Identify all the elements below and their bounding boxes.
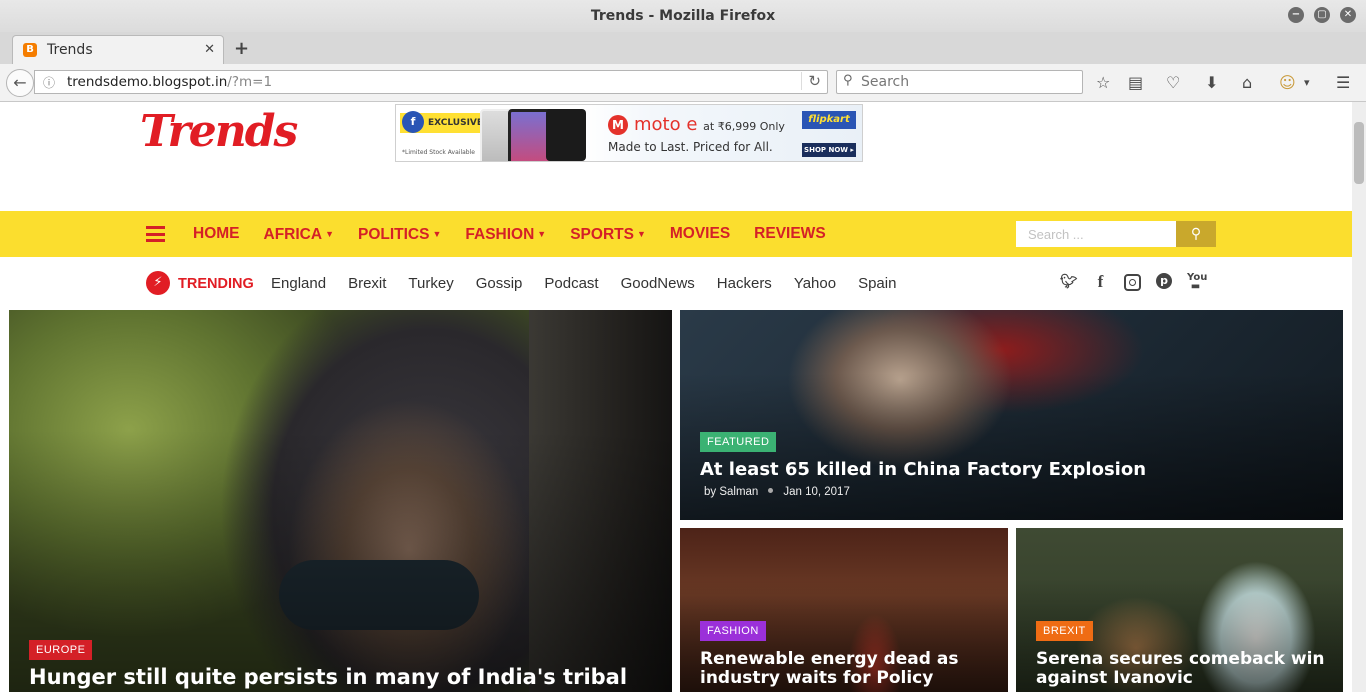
trend-tag-brexit[interactable]: Brexit	[348, 275, 386, 292]
trend-tag-turkey[interactable]: Turkey	[408, 275, 453, 292]
page-content: Trends EXCLUSIVE f *Limited Stock Availa…	[0, 102, 1352, 692]
menu-icon[interactable]: ☰	[1336, 73, 1350, 93]
post-card-big[interactable]: EUROPE Hunger still quite persists in ma…	[9, 310, 672, 692]
instagram-icon[interactable]	[1124, 273, 1141, 291]
url-path: /?m=1	[227, 74, 273, 90]
nav-item-reviews[interactable]: REVIEWS	[754, 211, 825, 257]
tab-title: Trends	[47, 42, 93, 58]
nav-item-politics[interactable]: POLITICS ▼	[358, 211, 441, 257]
shop-now-button[interactable]: SHOP NOW ▸	[802, 143, 856, 157]
nav-items: HOME AFRICA ▼ POLITICS ▼ FASHION ▼ SPORTS ▼ …	[193, 211, 850, 257]
ad-tagline: Made to Last. Priced for All.	[608, 140, 773, 154]
reload-icon[interactable]: ↻	[801, 72, 821, 90]
trending-tags: England Brexit Turkey Gossip Podcast Goo…	[271, 275, 918, 292]
youtube-icon[interactable]: You ▬	[1187, 273, 1207, 292]
window-titlebar: Trends - Mozilla Firefox − ▢ ✕	[0, 0, 1366, 32]
site-logo[interactable]: Trends	[140, 106, 298, 157]
nav-toolbar: ⓘ trendsdemo.blogspot.in/?m=1 ↻ ← ⚲ Sear…	[0, 64, 1366, 102]
maximize-button[interactable]: ▢	[1314, 7, 1330, 23]
back-button[interactable]: ←	[6, 69, 34, 97]
twitter-icon[interactable]: 🐦︎	[1060, 273, 1078, 291]
scrollbar-thumb[interactable]	[1354, 122, 1364, 184]
trend-tag-gossip[interactable]: Gossip	[476, 275, 523, 292]
phone-image-back	[546, 109, 586, 161]
site-search: ⚲	[1016, 221, 1216, 247]
post-card-small-2[interactable]: BREXIT Serena secures comeback win again…	[1016, 528, 1343, 692]
chevron-down-icon: ▼	[325, 229, 334, 239]
category-badge[interactable]: BREXIT	[1036, 621, 1093, 641]
nav-item-home[interactable]: HOME	[193, 211, 240, 257]
back-icon: ←	[13, 73, 27, 92]
nav-item-sports[interactable]: SPORTS ▼	[570, 211, 646, 257]
tab-trends[interactable]: B Trends ✕	[12, 35, 224, 64]
new-tab-button[interactable]: +	[234, 38, 249, 59]
close-tab-icon[interactable]: ✕	[204, 42, 215, 57]
download-icon[interactable]: ⬇	[1205, 73, 1218, 93]
addon-dropdown-icon[interactable]: ▾	[1304, 73, 1310, 93]
search-icon: ⚲	[843, 73, 853, 88]
trending-label: TRENDING	[178, 276, 254, 292]
window-controls: − ▢ ✕	[1288, 7, 1356, 23]
browser-search-placeholder: Search	[861, 74, 910, 90]
pinterest-icon[interactable]: p	[1156, 273, 1172, 289]
social-links: 🐦︎ f p You ▬	[1060, 273, 1207, 292]
site-search-button[interactable]: ⚲	[1176, 221, 1216, 247]
post-title[interactable]: Renewable energy dead as industry waits …	[700, 650, 990, 688]
reading-list-icon[interactable]: ▤	[1128, 73, 1143, 93]
info-icon[interactable]: ⓘ	[43, 74, 55, 91]
close-window-button[interactable]: ✕	[1340, 7, 1356, 23]
url-host: trendsdemo.blogspot.in	[67, 74, 228, 90]
post-card-feature[interactable]: FEATURED At least 65 killed in China Fac…	[680, 310, 1343, 520]
page-scrollbar[interactable]	[1352, 102, 1366, 692]
nav-item-fashion[interactable]: FASHION ▼	[465, 211, 546, 257]
window-title: Trends - Mozilla Firefox	[590, 8, 776, 24]
trend-tag-spain[interactable]: Spain	[858, 275, 896, 292]
ad-product: moto e	[634, 114, 698, 135]
ad-headline: moto e at ₹6,999 Only	[634, 114, 785, 135]
browser-search-box[interactable]: ⚲ Search	[836, 70, 1083, 94]
post-meta: by Salman Jan 10, 2017	[704, 486, 850, 498]
home-icon[interactable]: ⌂	[1242, 73, 1252, 93]
flipkart-logo: flipkart	[802, 111, 856, 129]
nav-item-movies[interactable]: MOVIES	[670, 211, 730, 257]
bookmark-star-icon[interactable]: ☆	[1096, 73, 1110, 93]
lightning-bolt-icon: ⚡	[146, 271, 170, 295]
chevron-down-icon: ▼	[432, 229, 442, 239]
trend-tag-podcast[interactable]: Podcast	[544, 275, 598, 292]
post-title[interactable]: At least 65 killed in China Factory Expl…	[700, 460, 1320, 480]
post-author[interactable]: by Salman	[704, 486, 758, 498]
flipkart-badge-icon: f	[402, 111, 424, 133]
blogger-favicon-icon: B	[23, 43, 37, 57]
main-nav: HOME AFRICA ▼ POLITICS ▼ FASHION ▼ SPORTS ▼ …	[0, 211, 1352, 257]
pocket-icon[interactable]: ♡	[1166, 73, 1180, 93]
chevron-down-icon: ▼	[636, 229, 646, 239]
trending-bar: ⚡ TRENDING England Brexit Turkey Gossip …	[0, 257, 1352, 310]
category-badge[interactable]: FASHION	[700, 621, 766, 641]
post-date: Jan 10, 2017	[783, 486, 850, 498]
post-title[interactable]: Serena secures comeback win against Ivan…	[1036, 650, 1331, 688]
facebook-icon[interactable]: f	[1092, 273, 1109, 291]
trend-tag-goodnews[interactable]: GoodNews	[621, 275, 695, 292]
category-badge[interactable]: FEATURED	[700, 432, 777, 452]
trend-tag-hackers[interactable]: Hackers	[717, 275, 772, 292]
post-card-small-1[interactable]: FASHION Renewable energy dead as industr…	[680, 528, 1008, 692]
hamburger-menu-icon[interactable]	[146, 226, 165, 242]
ad-fineprint: *Limited Stock Available	[402, 149, 475, 156]
nav-item-africa[interactable]: AFRICA ▼	[264, 211, 334, 257]
search-icon: ⚲	[1190, 226, 1202, 242]
trend-tag-yahoo[interactable]: Yahoo	[794, 275, 836, 292]
minimize-button[interactable]: −	[1288, 7, 1304, 23]
url-bar[interactable]: ⓘ trendsdemo.blogspot.in/?m=1 ↻	[34, 70, 828, 94]
site-search-input[interactable]	[1016, 221, 1176, 247]
addon-icon[interactable]: ☺	[1279, 73, 1296, 93]
tab-strip: B Trends ✕	[0, 32, 1366, 64]
ad-banner[interactable]: EXCLUSIVE f *Limited Stock Available M m…	[395, 104, 863, 162]
chevron-down-icon: ▼	[537, 229, 547, 239]
url-text: trendsdemo.blogspot.in/?m=1	[67, 74, 272, 90]
motorola-logo-icon: M	[608, 115, 628, 135]
ad-price: at ₹6,999 Only	[703, 120, 785, 133]
post-title[interactable]: Hunger still quite persists in many of I…	[29, 665, 669, 689]
trend-tag-england[interactable]: England	[271, 275, 326, 292]
category-badge[interactable]: EUROPE	[29, 640, 93, 660]
